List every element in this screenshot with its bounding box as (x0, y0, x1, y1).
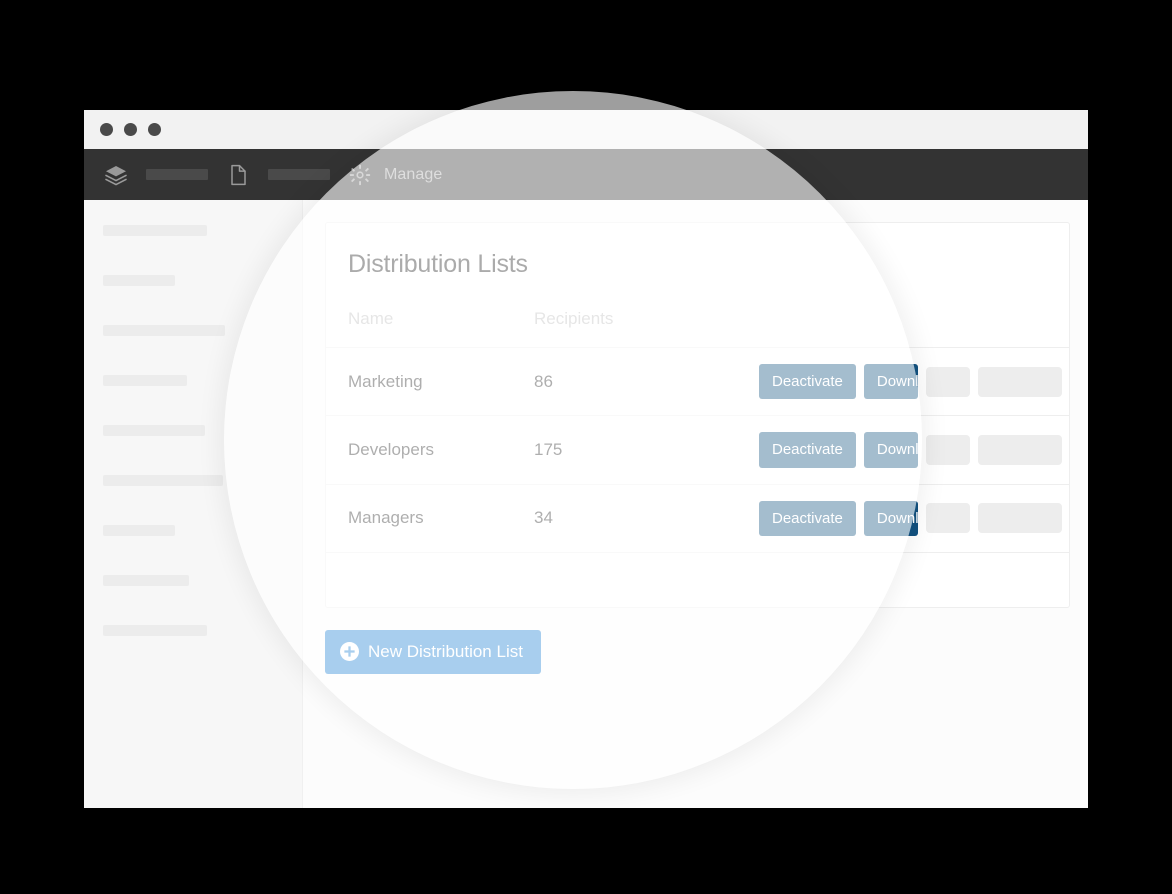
table-header-row: Name Recipients (326, 305, 1069, 348)
deactivate-button[interactable]: Deactivate (759, 432, 856, 468)
sidebar-skeleton-item (103, 525, 175, 536)
main-content: Distribution Lists Name Recipients Marke… (303, 200, 1088, 808)
new-distribution-list-button[interactable]: New Distribution List (325, 629, 541, 674)
plus-circle-icon (340, 642, 359, 662)
cell-row-actions: Deactivate Download (759, 484, 1069, 553)
sidebar-skeleton-item (103, 475, 223, 486)
cell-list-name: Managers (326, 484, 534, 553)
row-action-skeleton (925, 434, 970, 465)
sidebar-skeleton-item (103, 425, 205, 436)
cell-row-actions: Deactivate Download (759, 415, 1069, 485)
row-action-skeleton-wide (977, 434, 1062, 465)
row-action-skeleton (925, 366, 970, 397)
row-actions: Deactivate Download (759, 432, 1069, 468)
column-header-recipients: Recipients (534, 305, 759, 348)
nav-item-document[interactable] (226, 163, 348, 187)
sidebar-skeleton-item (103, 225, 207, 236)
column-header-actions (759, 305, 1069, 348)
nav-item-layers[interactable] (104, 163, 226, 187)
minimize-dot[interactable] (124, 123, 137, 136)
screenshot-stage: Manage Distribution Lists Name Recipient… (0, 0, 1172, 894)
sidebar-skeleton-item (103, 325, 225, 336)
row-action-skeleton (925, 503, 970, 534)
new-distribution-list-label: New Distribution List (368, 641, 523, 661)
row-actions: Deactivate Download (759, 364, 1069, 400)
table-row: Marketing 86 Deactivate Download (326, 347, 1069, 417)
row-actions: Deactivate Download (759, 500, 1069, 536)
window-titlebar (84, 110, 1088, 149)
top-navbar: Manage (84, 149, 1088, 200)
layers-icon (104, 163, 128, 187)
cell-recipient-count: 86 (534, 347, 759, 417)
deactivate-button[interactable]: Deactivate (759, 500, 856, 536)
row-action-skeleton-wide (977, 503, 1062, 534)
distribution-lists-card: Distribution Lists Name Recipients Marke… (325, 222, 1070, 608)
nav-skeleton-label-2 (268, 169, 330, 180)
document-icon (226, 163, 250, 187)
sidebar-skeleton-item (103, 625, 207, 636)
table-row: Developers 175 Deactivate Download (326, 415, 1069, 485)
sidebar (84, 200, 303, 808)
maximize-dot[interactable] (148, 123, 161, 136)
distribution-lists-table: Name Recipients Marketing 86 Deactivate … (326, 305, 1069, 553)
deactivate-button[interactable]: Deactivate (759, 364, 856, 400)
gear-icon (348, 163, 372, 187)
table-footer (326, 553, 1069, 607)
column-header-name: Name (326, 305, 534, 348)
table-row: Managers 34 Deactivate Download (326, 484, 1069, 553)
download-button[interactable]: Download (863, 432, 918, 468)
cell-recipient-count: 34 (534, 484, 759, 553)
close-dot[interactable] (100, 123, 113, 136)
cell-recipient-count: 175 (534, 415, 759, 485)
row-action-skeleton-wide (977, 366, 1062, 397)
browser-window: Manage Distribution Lists Name Recipient… (84, 110, 1088, 808)
nav-label-manage: Manage (384, 165, 443, 183)
sidebar-skeleton-item (103, 275, 175, 286)
cell-list-name: Developers (326, 415, 534, 485)
cell-list-name: Marketing (326, 347, 534, 417)
download-button[interactable]: Download (863, 364, 918, 400)
page-title: Distribution Lists (348, 250, 528, 278)
sidebar-skeleton-item (103, 575, 189, 586)
nav-skeleton-label-1 (146, 169, 208, 180)
download-button[interactable]: Download (863, 500, 918, 536)
sidebar-skeleton-item (103, 375, 187, 386)
nav-item-manage[interactable]: Manage (348, 163, 442, 187)
cell-row-actions: Deactivate Download (759, 347, 1069, 417)
window-body: Distribution Lists Name Recipients Marke… (84, 200, 1088, 808)
